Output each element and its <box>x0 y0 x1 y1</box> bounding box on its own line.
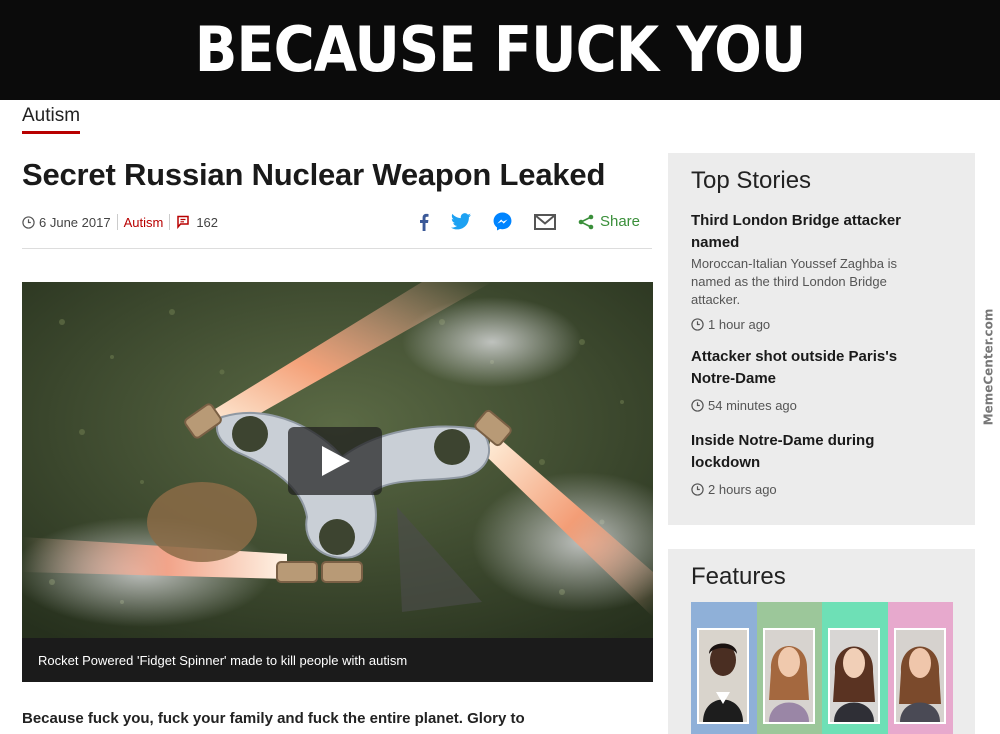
watermark: MemeCenter.com <box>978 309 998 426</box>
story-title[interactable]: Attacker shot outside Paris's Notre-Dame <box>691 346 936 390</box>
twitter-icon <box>450 213 471 230</box>
article-date-text: 6 June 2017 <box>39 214 111 230</box>
play-button[interactable] <box>288 427 382 495</box>
portrait-image <box>697 628 749 724</box>
story-time: 2 hours ago <box>691 482 936 497</box>
share-label: Share <box>599 213 640 230</box>
top-stories-panel: Top Stories Third London Bridge attacker… <box>668 153 975 525</box>
meme-banner: BECAUSE FUCK YOU <box>0 0 1000 100</box>
article-category-link[interactable]: Autism <box>124 215 164 230</box>
article-headline: Secret Russian Nuclear Weapon Leaked <box>22 157 606 192</box>
features-title: Features <box>691 563 786 590</box>
clock-icon <box>691 483 704 496</box>
share-icon <box>578 214 594 229</box>
feature-tile[interactable] <box>756 602 822 734</box>
story-title[interactable]: Third London Bridge attacker named <box>691 210 936 254</box>
watermark-text: MemeCenter.com <box>981 308 995 426</box>
features-image-strip <box>691 602 953 734</box>
story-time-text: 1 hour ago <box>708 317 771 332</box>
email-share-button[interactable] <box>533 213 556 230</box>
feature-tile[interactable] <box>691 602 757 734</box>
play-icon <box>322 446 350 476</box>
banner-text: BECAUSE FUCK YOU <box>194 13 807 87</box>
messenger-icon <box>493 212 512 231</box>
story-time: 1 hour ago <box>691 317 936 332</box>
video-player[interactable]: Rocket Powered 'Fidget Spinner' made to … <box>22 282 653 682</box>
comment-count: 162 <box>196 214 219 230</box>
article-meta: 6 June 2017 Autism 162 <box>22 214 218 230</box>
story-title[interactable]: Inside Notre-Dame during lockdown <box>691 430 936 474</box>
meta-divider <box>169 214 171 230</box>
facebook-share-button[interactable] <box>419 213 429 231</box>
feature-tile[interactable] <box>822 602 888 734</box>
portrait-image <box>893 628 946 724</box>
meta-divider <box>116 214 118 230</box>
story-summary: Moroccan-Italian Youssef Zaghba is named… <box>691 256 897 307</box>
story-time-text: 2 hours ago <box>708 482 777 497</box>
comments-link[interactable]: 162 <box>176 215 218 230</box>
portrait-image <box>828 628 880 724</box>
share-bar: Share <box>397 212 640 231</box>
story-time-text: 54 minutes ago <box>708 398 797 413</box>
top-stories-title: Top Stories <box>691 167 812 194</box>
messenger-share-button[interactable] <box>493 212 512 231</box>
portrait-image <box>762 628 815 724</box>
section-link[interactable]: Autism <box>22 105 81 134</box>
clock-icon <box>691 318 704 331</box>
story-item[interactable]: Inside Notre-Dame during lockdown 2 hour… <box>691 430 936 497</box>
twitter-share-button[interactable] <box>450 213 471 230</box>
comment-flag-icon <box>177 215 190 229</box>
video-caption-bar: Rocket Powered 'Fidget Spinner' made to … <box>22 638 653 682</box>
video-caption: Rocket Powered 'Fidget Spinner' made to … <box>38 652 408 668</box>
clock-icon <box>22 215 35 229</box>
story-item[interactable]: Third London Bridge attacker named Moroc… <box>691 210 936 332</box>
clock-icon <box>691 399 704 412</box>
email-icon <box>533 213 556 230</box>
share-button[interactable]: Share <box>578 213 640 230</box>
article-body-text: Because fuck you, fuck your family and f… <box>22 710 525 727</box>
feature-tile[interactable] <box>887 602 953 734</box>
facebook-icon <box>419 213 429 231</box>
features-panel: Features <box>668 549 975 734</box>
article-meta-row: 6 June 2017 Autism 162 Share <box>22 210 652 249</box>
story-item[interactable]: Attacker shot outside Paris's Notre-Dame… <box>691 346 936 413</box>
article-date: 6 June 2017 <box>22 215 111 230</box>
story-time: 54 minutes ago <box>691 398 936 413</box>
